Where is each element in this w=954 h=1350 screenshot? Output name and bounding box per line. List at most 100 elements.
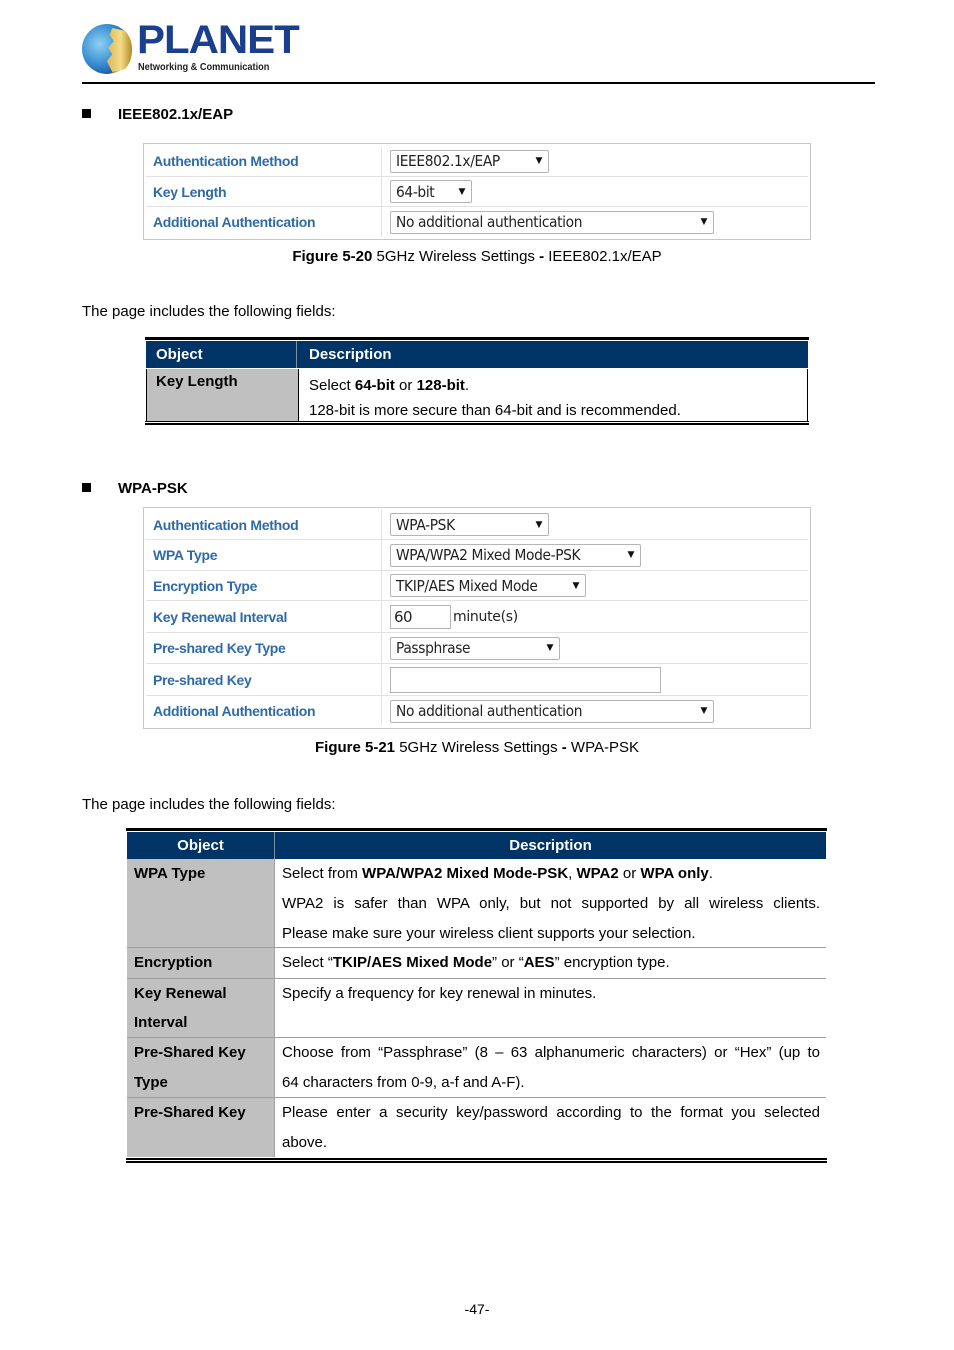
text-bold: WPA2 (576, 865, 619, 882)
eap-settings-panel: Authentication Method IEEE802.1x/EAP ▼ K… (143, 143, 811, 240)
setting-label: Authentication Method (146, 146, 382, 176)
text: 128-bit is more secure than 64-bit and i… (309, 402, 681, 419)
setting-row-additional-auth: Additional Authentication No additional … (146, 207, 808, 237)
text: ” encryption type. (554, 954, 670, 971)
table-row: Key Length Select 64-bit or 128-bit. 128… (146, 369, 808, 422)
text: Specify a frequency for key renewal in m… (282, 985, 597, 1002)
setting-label: WPA Type (146, 540, 382, 570)
text: . (464, 377, 470, 394)
text: , (568, 865, 577, 882)
setting-row-auth-method: Authentication Method IEEE802.1x/EAP ▼ (146, 146, 808, 177)
caption-tail: WPA-PSK (566, 739, 639, 756)
select-value: 64-bit (396, 182, 435, 201)
table-row: Key Renewal Interval Specify a frequency… (127, 979, 826, 1038)
table-row: Pre-Shared Key Please enter a security k… (127, 1098, 826, 1157)
text: Select “ (282, 954, 333, 971)
text: Please make sure your wireless client su… (282, 925, 696, 942)
setting-label: Key Length (146, 177, 382, 206)
figure-caption-5-20: Figure 5-20 5GHz Wireless Settings - IEE… (0, 248, 954, 265)
object-line: Type (134, 1074, 168, 1091)
dropdown-arrow-icon: ▼ (700, 217, 707, 227)
select-value: No additional authentication (396, 213, 583, 231)
wpa-type-select[interactable]: WPA/WPA2 Mixed Mode-PSK ▼ (390, 543, 641, 567)
bullet-square-icon (82, 483, 91, 492)
page-number: -47- (464, 1301, 490, 1317)
text-bold: WPA only (640, 865, 709, 882)
setting-row-psk: Pre-shared Key (146, 664, 808, 696)
setting-row-wpa-type: WPA Type WPA/WPA2 Mixed Mode-PSK ▼ (146, 540, 808, 571)
caption-tail: IEEE802.1x/EAP (544, 248, 662, 265)
description-cell: Please enter a security key/password acc… (275, 1098, 826, 1157)
caption-text: 5GHz Wireless Settings (395, 739, 562, 756)
setting-label: Additional Authentication (146, 207, 382, 237)
dropdown-arrow-icon: ▼ (535, 156, 542, 166)
select-value: IEEE802.1x/EAP (396, 152, 500, 170)
planet-logo: PLANET Networking & Communication (82, 18, 300, 78)
setting-row-encryption-type: Encryption Type TKIP/AES Mixed Mode ▼ (146, 571, 808, 601)
description-cell: Select from WPA/WPA2 Mixed Mode-PSK, WPA… (275, 859, 826, 947)
figure-caption-5-21: Figure 5-21 5GHz Wireless Settings - WPA… (0, 739, 954, 756)
setting-label: Pre-shared Key (146, 664, 382, 695)
dropdown-arrow-icon: ▼ (535, 519, 542, 530)
select-value: WPA-PSK (396, 515, 455, 534)
table-bottom-rule (145, 421, 809, 425)
select-value: WPA/WPA2 Mixed Mode-PSK (396, 546, 581, 564)
object-line: Interval (134, 1014, 188, 1031)
object-cell: Key Length (147, 369, 299, 422)
setting-label: Key Renewal Interval (146, 601, 382, 632)
table-header: Object Description (127, 832, 826, 859)
object-cell: Encryption (127, 948, 275, 978)
select-value: No additional authentication (396, 702, 583, 720)
text: Select from (282, 865, 363, 882)
brand-name: PLANET (137, 18, 300, 62)
text: Please enter a security key/password acc… (282, 1104, 820, 1121)
text-bold: WPA/WPA2 Mixed Mode-PSK (362, 865, 569, 882)
select-value: TKIP/AES Mixed Mode (396, 576, 538, 595)
object-cell: WPA Type (127, 859, 275, 947)
text-bold: AES (523, 954, 555, 971)
psk-type-select[interactable]: Passphrase ▼ (390, 636, 560, 660)
brand-tagline: Networking & Communication (138, 62, 270, 73)
text: Select (309, 377, 355, 394)
auth-method-select[interactable]: IEEE802.1x/EAP ▼ (390, 149, 549, 173)
unit-label: minute(s) (453, 608, 518, 625)
text: WPA2 is safer than WPA only, but not sup… (282, 895, 820, 912)
text: Choose from “Passphrase” (8 – 63 alphanu… (282, 1044, 820, 1061)
column-header-description: Description (309, 346, 392, 363)
key-renewal-interval-input[interactable]: 60 (390, 604, 451, 629)
table-body: WPA Type Select from WPA/WPA2 Mixed Mode… (127, 859, 826, 1157)
figure-number: Figure 5-21 (315, 739, 396, 756)
object-line: Key Renewal (134, 985, 227, 1002)
figure-number: Figure 5-20 (292, 248, 373, 265)
text: above. (282, 1134, 328, 1151)
description-cell: Choose from “Passphrase” (8 – 63 alphanu… (275, 1038, 826, 1097)
column-header-object: Object (146, 341, 297, 368)
section-heading-text: IEEE802.1x/EAP (118, 106, 234, 123)
section-heading-wpapsk: WPA-PSK (82, 480, 188, 497)
text-bold: TKIP/AES Mixed Mode (332, 954, 493, 971)
text: ” or “ (492, 954, 524, 971)
setting-label: Encryption Type (146, 571, 382, 600)
text: 64 characters from 0-9, a-f and A-F). (282, 1074, 525, 1091)
key-length-select[interactable]: 64-bit ▼ (390, 180, 472, 203)
additional-auth-select[interactable]: No additional authentication ▼ (390, 210, 714, 234)
intro-paragraph: The page includes the following fields: (82, 303, 336, 320)
table-top-rule (145, 337, 809, 340)
description-cell: Specify a frequency for key renewal in m… (275, 979, 826, 1037)
auth-method-select[interactable]: WPA-PSK ▼ (390, 513, 549, 536)
intro-paragraph: The page includes the following fields: (82, 796, 336, 813)
additional-auth-select[interactable]: No additional authentication ▼ (390, 699, 714, 723)
setting-label: Additional Authentication (146, 696, 382, 726)
bullet-square-icon (82, 109, 91, 118)
table-top-rule (126, 828, 827, 831)
object-line: Pre-Shared Key (134, 1044, 246, 1061)
dropdown-arrow-icon: ▼ (627, 550, 634, 560)
text: . (708, 865, 713, 882)
select-value: Passphrase (396, 639, 471, 657)
table-row: WPA Type Select from WPA/WPA2 Mixed Mode… (127, 859, 826, 948)
encryption-type-select[interactable]: TKIP/AES Mixed Mode ▼ (390, 574, 586, 597)
setting-row-key-length: Key Length 64-bit ▼ (146, 177, 808, 207)
text: or (618, 865, 641, 882)
setting-row-key-renewal: Key Renewal Interval 60 minute(s) (146, 601, 808, 633)
pre-shared-key-input[interactable] (390, 666, 661, 693)
